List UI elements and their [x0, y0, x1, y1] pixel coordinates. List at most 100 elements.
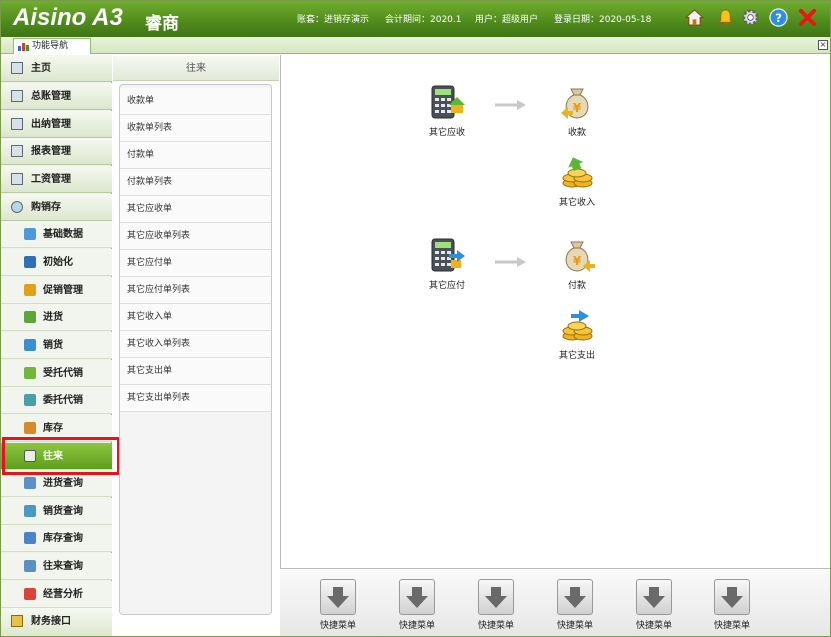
purchase-icon — [24, 311, 36, 323]
flow-node-other-payable[interactable]: 其它应付 — [412, 236, 482, 291]
sidebar-item-finance-interface[interactable]: 财务接口 — [1, 608, 112, 636]
submenu-item-other-payable[interactable]: 其它应付单 — [120, 250, 271, 277]
submenu-item-other-receivable[interactable]: 其它应收单 — [120, 196, 271, 223]
quick-menu-button[interactable]: 快捷菜单 — [466, 579, 526, 631]
quick-menu-bar: 快捷菜单 快捷菜单 快捷菜单 快捷菜单 快捷菜单 快捷菜单 — [280, 568, 830, 636]
psi-module-icon — [11, 201, 23, 213]
sidebar-item-label: 购销存 — [31, 202, 61, 213]
calculator-pay-icon — [431, 238, 465, 272]
submenu-item-receipt-voucher-list[interactable]: 收款单列表 — [120, 115, 271, 142]
sidebar-item-label: 工资管理 — [31, 174, 71, 185]
close-icon[interactable] — [798, 8, 817, 27]
flow-node-other-receivable[interactable]: 其它应收 — [412, 83, 482, 138]
money-bag-icon: ¥ — [561, 88, 589, 119]
consignment-out-icon — [24, 394, 36, 406]
svg-text:¥: ¥ — [573, 254, 582, 268]
subitem-label: 促销管理 — [43, 285, 83, 296]
tab-label: 功能导航 — [32, 41, 69, 51]
submenu-item-payment-voucher[interactable]: 付款单 — [120, 142, 271, 169]
tab-strip: 功能导航 × — [1, 37, 830, 54]
flow-label: 付款 — [567, 281, 586, 291]
cashier-module-icon — [11, 118, 23, 130]
submenu-item-other-receivable-list[interactable]: 其它应收单列表 — [120, 223, 271, 250]
sidebar-subitem-consignment-out[interactable]: 委托代销 — [1, 387, 112, 414]
business-analysis-icon — [24, 588, 36, 600]
submenu-item-other-expense-list[interactable]: 其它支出单列表 — [120, 385, 271, 412]
sales-query-icon — [24, 505, 36, 517]
sidebar-subitem-business-analysis[interactable]: 经营分析 — [1, 581, 112, 608]
submenu-title: 往来 — [113, 56, 279, 81]
sidebar-item-home[interactable]: 主页 — [1, 55, 112, 82]
quick-menu-label: 快捷菜单 — [556, 621, 593, 631]
sidebar-item-label: 财务接口 — [31, 616, 71, 627]
sidebar-subitem-ar-ap-query[interactable]: 往来查询 — [1, 553, 112, 580]
bar-chart-icon — [18, 43, 29, 51]
sidebar-subitem-initialization[interactable]: 初始化 — [1, 249, 112, 276]
ar-ap-query-icon — [24, 560, 36, 572]
quick-menu-button[interactable]: 快捷菜单 — [702, 579, 762, 631]
submenu-item-payment-voucher-list[interactable]: 付款单列表 — [120, 169, 271, 196]
coins-income-icon — [562, 157, 593, 188]
flow-node-payment[interactable]: ¥ 付款 — [542, 236, 612, 291]
quick-menu-button[interactable]: 快捷菜单 — [545, 579, 605, 631]
account-info: 账套：进销存演示 — [297, 15, 370, 25]
arrow-right-icon — [495, 100, 526, 110]
brand-subtitle: 睿商 — [145, 14, 179, 34]
submenu-item-other-income-list[interactable]: 其它收入单列表 — [120, 331, 271, 358]
sidebar-item-label: 主页 — [31, 63, 51, 74]
quick-menu-button[interactable]: 快捷菜单 — [308, 579, 368, 631]
submenu-item-other-payable-list[interactable]: 其它应付单列表 — [120, 277, 271, 304]
subitem-label: 销货查询 — [43, 506, 83, 517]
subitem-label: 进货 — [43, 312, 63, 323]
sidebar-item-reports[interactable]: 报表管理 — [1, 138, 112, 165]
subitem-label: 库存查询 — [43, 533, 83, 544]
sales-icon — [24, 339, 36, 351]
tab-function-navigation[interactable]: 功能导航 — [13, 38, 91, 54]
down-arrow-icon — [485, 587, 507, 608]
sidebar-item-purchase-sales-inventory[interactable]: 购销存 — [1, 194, 112, 221]
flow-node-receipt[interactable]: ¥ 收款 — [542, 83, 612, 138]
sidebar-subitem-sales-query[interactable]: 销货查询 — [1, 498, 112, 525]
sidebar-subitem-sales[interactable]: 销货 — [1, 332, 112, 359]
finance-interface-icon — [11, 615, 23, 627]
quick-menu-label: 快捷菜单 — [319, 621, 356, 631]
sidebar-subitem-inventory-query[interactable]: 库存查询 — [1, 525, 112, 552]
reports-module-icon — [11, 145, 23, 157]
gear-icon[interactable] — [741, 8, 760, 27]
main-flow-area: 其它应收 ¥ 收款 其它收入 其它应付 ¥ 付款 其它支出 — [280, 55, 830, 568]
sidebar-item-label: 总账管理 — [31, 91, 71, 102]
quick-menu-label: 快捷菜单 — [398, 621, 435, 631]
flow-node-other-income[interactable]: 其它收入 — [542, 153, 612, 208]
quick-menu-button[interactable]: 快捷菜单 — [624, 579, 684, 631]
quick-menu-label: 快捷菜单 — [635, 621, 672, 631]
sidebar-item-general-ledger[interactable]: 总账管理 — [1, 83, 112, 110]
sidebar: 主页 总账管理 出纳管理 报表管理 工资管理 购销存 基础数据 初始化 促销管理… — [1, 55, 112, 636]
subitem-label: 委托代销 — [43, 395, 83, 406]
flow-label: 其它应收 — [428, 128, 465, 138]
submenu-item-other-income[interactable]: 其它收入单 — [120, 304, 271, 331]
bell-icon[interactable] — [716, 8, 735, 27]
close-tab-icon[interactable]: × — [818, 40, 828, 50]
submenu-item-other-expense[interactable]: 其它支出单 — [120, 358, 271, 385]
sidebar-subitem-consignment-in[interactable]: 受托代销 — [1, 360, 112, 387]
sidebar-subitem-purchase[interactable]: 进货 — [1, 304, 112, 331]
inventory-icon — [24, 422, 36, 434]
home-icon[interactable] — [685, 8, 704, 27]
consignment-in-icon — [24, 367, 36, 379]
period-info: 会计期间：2020.1 — [385, 15, 462, 25]
submenu-panel: 收款单 收款单列表 付款单 付款单列表 其它应收单 其它应收单列表 其它应付单 … — [119, 84, 272, 615]
sidebar-item-label: 报表管理 — [31, 146, 71, 157]
sidebar-subitem-promotion[interactable]: 促销管理 — [1, 277, 112, 304]
flow-node-other-expense[interactable]: 其它支出 — [542, 306, 612, 361]
sidebar-item-cashier[interactable]: 出纳管理 — [1, 111, 112, 138]
payroll-module-icon — [11, 173, 23, 185]
subitem-label: 进货查询 — [43, 478, 83, 489]
svg-text:¥: ¥ — [573, 101, 582, 115]
subitem-label: 销货 — [43, 340, 63, 351]
sidebar-item-payroll[interactable]: 工资管理 — [1, 166, 112, 193]
quick-menu-button[interactable]: 快捷菜单 — [387, 579, 447, 631]
submenu-item-receipt-voucher[interactable]: 收款单 — [120, 88, 271, 115]
help-icon[interactable]: ? — [769, 8, 788, 27]
flow-label: 收款 — [567, 128, 586, 138]
sidebar-subitem-basic-data[interactable]: 基础数据 — [1, 221, 112, 248]
